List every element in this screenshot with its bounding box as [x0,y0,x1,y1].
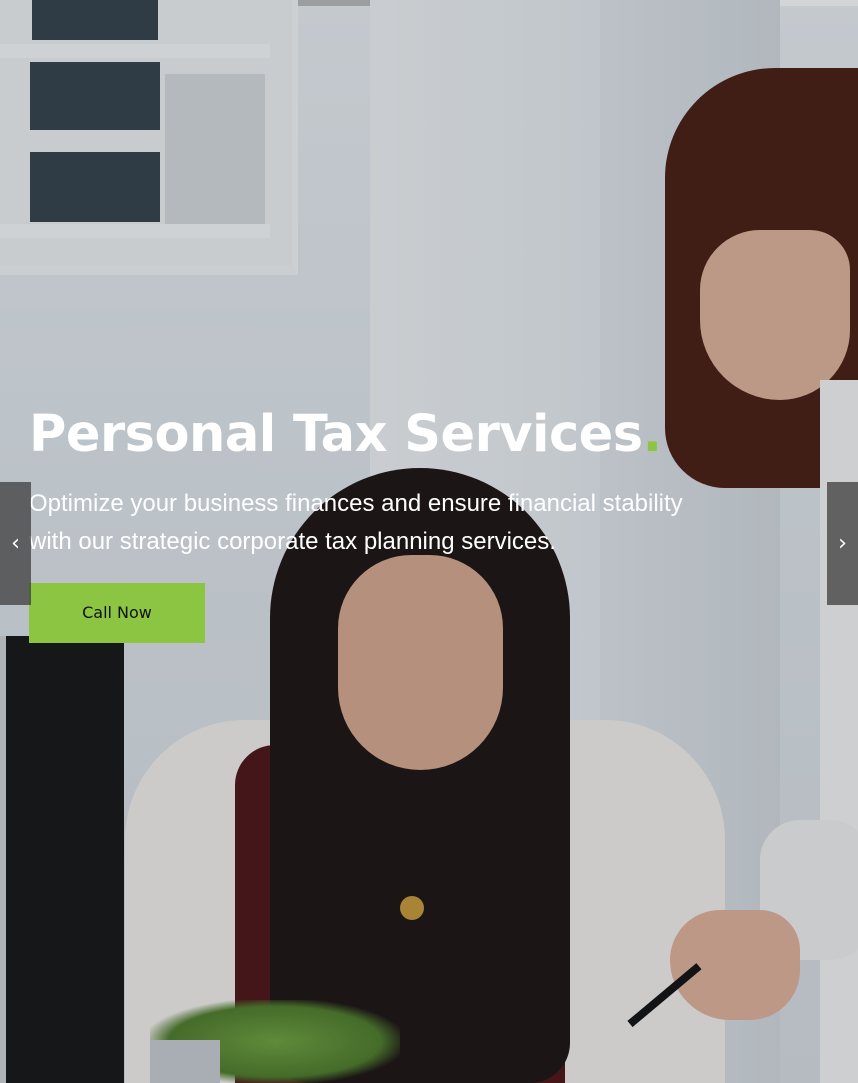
slide-content: Personal Tax Services. Optimize your bus… [29,403,789,643]
call-now-button[interactable]: Call Now [29,583,205,643]
slide-title: Personal Tax Services. [29,403,789,467]
hero-slider: Personal Tax Services. Optimize your bus… [0,0,858,1083]
slide-title-accent-dot: . [642,405,662,464]
slide-title-text: Personal Tax Services [29,405,643,464]
chevron-left-icon: ‹ [11,531,20,556]
chevron-right-icon: › [838,531,847,556]
slider-prev-button[interactable]: ‹ [0,482,31,605]
slide-subtitle: Optimize your business finances and ensu… [29,490,683,555]
slider-next-button[interactable]: › [827,482,858,605]
